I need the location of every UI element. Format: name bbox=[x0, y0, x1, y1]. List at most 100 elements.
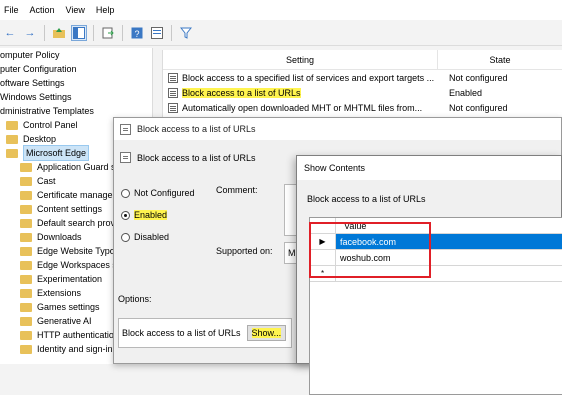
tree-item-label: dministrative Templates bbox=[0, 106, 94, 116]
radio-disabled[interactable]: Disabled bbox=[121, 232, 169, 242]
folder-icon bbox=[20, 302, 32, 312]
tree-item[interactable]: Windows Settings bbox=[0, 90, 152, 104]
tree-item[interactable]: puter Configuration bbox=[0, 62, 152, 76]
folder-icon bbox=[20, 274, 32, 284]
menu-help[interactable]: Help bbox=[92, 5, 122, 15]
list-item[interactable]: Automatically open downloaded MHT or MHT… bbox=[163, 100, 562, 115]
column-header-state[interactable]: State bbox=[438, 50, 562, 69]
policy-setting-icon bbox=[168, 102, 178, 113]
list-item-state: Not configured bbox=[449, 72, 508, 83]
folder-icon bbox=[20, 232, 32, 242]
tree-item[interactable]: dministrative Templates bbox=[0, 104, 152, 118]
radio-circle bbox=[121, 188, 130, 198]
help-icon[interactable]: ? bbox=[129, 25, 145, 41]
export-list-icon[interactable] bbox=[100, 25, 116, 41]
toolbar-divider bbox=[93, 24, 94, 41]
policy-setting-icon bbox=[120, 152, 131, 163]
show-contents-title[interactable]: Show Contents bbox=[297, 156, 561, 180]
supported-on-value: M bbox=[288, 248, 296, 258]
show-button-label: Show... bbox=[251, 328, 282, 338]
folder-icon bbox=[20, 190, 32, 200]
forward-arrow-icon[interactable]: → bbox=[22, 25, 38, 41]
policy-heading-row: Block access to a list of URLs bbox=[120, 152, 256, 163]
menu-file[interactable]: File bbox=[0, 5, 26, 15]
tree-item-label: Identity and sign-in bbox=[37, 344, 113, 354]
folder-icon bbox=[20, 344, 32, 354]
policy-setting-icon bbox=[168, 72, 178, 83]
show-button[interactable]: Show... bbox=[246, 325, 287, 341]
policy-dialog-title: Block access to a list of URLs bbox=[137, 124, 256, 134]
tree-item-label: Extensions bbox=[37, 288, 82, 298]
folder-icon bbox=[6, 148, 18, 158]
radio-enabled-label: Enabled bbox=[134, 210, 168, 220]
toolbar-divider bbox=[171, 24, 172, 41]
toolbar-divider bbox=[44, 24, 45, 41]
list-item-highlighted[interactable]: Block access to a list of URLs Enabled bbox=[163, 85, 562, 100]
radio-disabled-label: Disabled bbox=[134, 232, 170, 242]
tree-item-label: Downloads bbox=[37, 232, 82, 242]
menu-view[interactable]: View bbox=[62, 5, 92, 15]
tree-item-label: Control Panel bbox=[23, 120, 78, 130]
menu-action[interactable]: Action bbox=[26, 5, 62, 15]
list-item-state: Enabled bbox=[449, 87, 483, 98]
radio-enabled[interactable]: Enabled bbox=[121, 210, 168, 220]
folder-icon bbox=[20, 162, 32, 172]
filter-icon[interactable] bbox=[178, 25, 194, 41]
tree-item-label: HTTP authentication bbox=[37, 330, 119, 340]
policy-heading: Block access to a list of URLs bbox=[137, 152, 256, 163]
tree-item-label: oftware Settings bbox=[0, 78, 65, 88]
folder-icon bbox=[20, 176, 32, 186]
tree-item-label: Microsoft Edge bbox=[23, 145, 90, 161]
tree-item-label: omputer Policy bbox=[0, 50, 60, 60]
folder-icon bbox=[20, 218, 32, 228]
supported-on-label: Supported on: bbox=[216, 246, 273, 256]
policy-setting-icon bbox=[120, 123, 131, 135]
tree-item[interactable]: omputer Policy bbox=[0, 48, 152, 62]
folder-icon bbox=[20, 316, 32, 326]
properties-icon[interactable] bbox=[149, 25, 165, 41]
list-item-state: Not configured bbox=[449, 102, 508, 113]
folder-icon bbox=[20, 288, 32, 298]
folder-up-icon[interactable] bbox=[51, 25, 67, 41]
policy-setting-icon bbox=[168, 87, 178, 98]
radio-not-configured[interactable]: Not Configured bbox=[121, 188, 195, 198]
show-contents-dialog: Show Contents Block access to a list of … bbox=[296, 155, 562, 395]
menu-bar: File Action View Help bbox=[0, 0, 562, 20]
options-panel: Block access to a list of URLs Show... bbox=[118, 318, 292, 348]
column-header-setting[interactable]: Setting bbox=[163, 50, 438, 69]
tree-item-label: Certificate managem bbox=[37, 190, 121, 200]
folder-icon bbox=[20, 330, 32, 340]
tree-item[interactable]: oftware Settings bbox=[0, 76, 152, 90]
radio-circle-checked bbox=[121, 210, 130, 220]
tree-item-label: Content settings bbox=[37, 204, 103, 214]
radio-circle bbox=[121, 232, 130, 242]
list-item[interactable]: Block access to a specified list of serv… bbox=[163, 70, 562, 85]
svg-text:?: ? bbox=[134, 29, 139, 39]
tree-item-label: Experimentation bbox=[37, 274, 103, 284]
folder-icon bbox=[20, 260, 32, 270]
tree-item-label: Desktop bbox=[23, 134, 57, 144]
radio-not-configured-label: Not Configured bbox=[134, 188, 195, 198]
options-label: Options: bbox=[118, 294, 152, 304]
show-contents-subtitle: Block access to a list of URLs bbox=[307, 194, 426, 204]
toolbar-divider bbox=[122, 24, 123, 41]
tree-item-label: Windows Settings bbox=[0, 92, 72, 102]
annotation-red-box bbox=[309, 222, 431, 278]
list-header: Setting State bbox=[163, 50, 562, 70]
tree-item-label: puter Configuration bbox=[0, 64, 77, 74]
show-hide-tree-icon[interactable] bbox=[71, 24, 87, 41]
tree-item-label: Generative AI bbox=[37, 316, 92, 326]
folder-icon bbox=[20, 246, 32, 256]
folder-icon bbox=[6, 120, 18, 130]
settings-list: Setting State Block access to a specifie… bbox=[162, 50, 562, 120]
policy-dialog-titlebar[interactable]: Block access to a list of URLs bbox=[114, 118, 561, 140]
folder-icon bbox=[20, 204, 32, 214]
option-text: Block access to a list of URLs bbox=[122, 328, 241, 338]
list-item-setting: Block access to a list of URLs bbox=[182, 87, 301, 98]
comment-label: Comment: bbox=[216, 185, 258, 195]
tree-item-label: Cast bbox=[37, 176, 56, 186]
toolbar: ← → ? bbox=[0, 20, 562, 46]
list-item-setting: Automatically open downloaded MHT or MHT… bbox=[182, 102, 423, 113]
back-arrow-icon[interactable]: ← bbox=[2, 25, 18, 41]
list-item-setting: Block access to a specified list of serv… bbox=[182, 72, 435, 83]
